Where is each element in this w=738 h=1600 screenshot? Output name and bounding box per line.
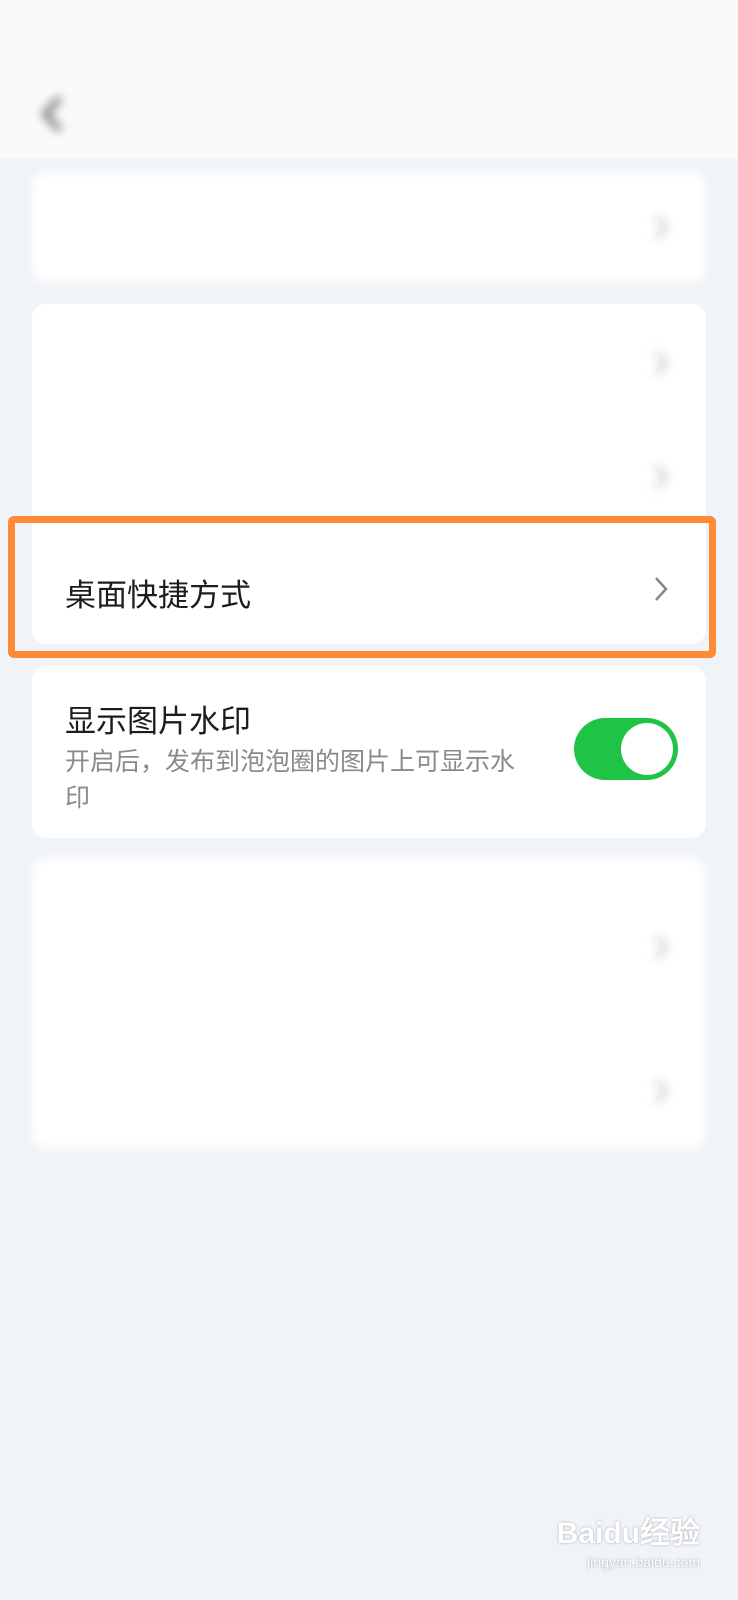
watermark-toggle-description: 开启后，发布到泡泡圈的图片上可显示水印 bbox=[65, 747, 516, 812]
watermark-toggle-switch[interactable] bbox=[574, 718, 678, 780]
watermark-toggle-label: 显示图片水印 bbox=[65, 704, 251, 740]
settings-row[interactable] bbox=[32, 1030, 706, 1148]
settings-card-3: 显示图片水印 开启后，发布到泡泡圈的图片上可显示水印 bbox=[32, 666, 706, 838]
toggle-knob bbox=[621, 723, 673, 775]
settings-card-1 bbox=[32, 172, 706, 282]
chevron-right-icon bbox=[654, 464, 668, 490]
highlight-box bbox=[8, 516, 716, 658]
chevron-right-icon bbox=[654, 934, 668, 960]
watermark-logo: Baidu经验 bbox=[556, 1517, 700, 1550]
settings-row[interactable] bbox=[32, 858, 706, 1030]
chevron-right-icon bbox=[654, 1078, 668, 1104]
watermark-url: jingyan.baidu.com bbox=[587, 1554, 700, 1570]
settings-row[interactable] bbox=[32, 172, 706, 282]
settings-card-4 bbox=[32, 858, 706, 1148]
back-chevron-icon[interactable] bbox=[40, 94, 64, 134]
settings-row[interactable] bbox=[32, 304, 706, 420]
baidu-watermark: Baidu经验 jingyan.baidu.com bbox=[557, 1508, 700, 1570]
chevron-right-icon bbox=[654, 214, 668, 240]
status-bar bbox=[0, 0, 738, 80]
chevron-right-icon bbox=[654, 350, 668, 376]
nav-bar bbox=[0, 80, 738, 158]
